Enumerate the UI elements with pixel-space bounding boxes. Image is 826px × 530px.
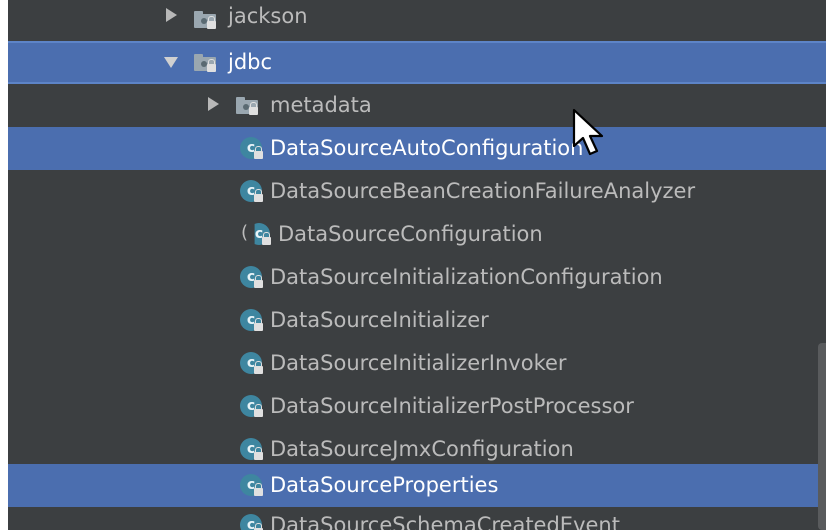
class-icon: c (240, 309, 263, 331)
lock-icon (249, 102, 258, 115)
tree-node-metadata[interactable]: metadata (8, 84, 826, 127)
class-icon: c (240, 137, 263, 159)
tree-node-label: DataSourceInitializerInvoker (270, 351, 567, 375)
package-folder-icon (194, 54, 218, 72)
chevron-down-icon[interactable] (164, 57, 178, 68)
mouse-cursor-icon (572, 108, 604, 156)
tree-node-class[interactable]: ( c DataSourceConfiguration (8, 213, 826, 256)
project-tree[interactable]: jackson jdbc metadata c DataSourceAutoCo… (8, 0, 826, 530)
class-icon: c (240, 180, 263, 202)
class-icon: c (240, 395, 263, 417)
tree-node-label: DataSourceInitializationConfiguration (270, 265, 663, 289)
class-icon: c (240, 266, 263, 288)
tree-node-label: jdbc (228, 50, 273, 74)
lock-icon (254, 275, 263, 288)
tree-node-class[interactable]: c DataSourceInitializer (8, 299, 826, 342)
tree-node-label: DataSourceConfiguration (278, 222, 543, 246)
lock-icon (254, 447, 263, 460)
vertical-scrollbar[interactable] (818, 343, 826, 530)
lock-icon (207, 16, 216, 29)
tree-node-label: DataSourceJmxConfiguration (270, 437, 574, 461)
lock-icon (207, 59, 216, 72)
lock-icon (254, 318, 263, 331)
chevron-right-icon[interactable] (208, 97, 219, 111)
class-icon: c (240, 514, 263, 530)
tree-node-label: jackson (228, 4, 308, 28)
class-icon: c (240, 474, 263, 496)
tree-node-class[interactable]: c DataSourceInitializerInvoker (8, 342, 826, 385)
lock-icon (254, 361, 263, 374)
tree-node-jdbc[interactable]: jdbc (8, 41, 826, 84)
abstract-class-icon: ( c (241, 222, 271, 245)
tree-node-class[interactable]: c DataSourceProperties (8, 464, 826, 507)
tree-node-class[interactable]: c DataSourceSchemaCreatedEvent (8, 507, 826, 530)
tree-node-label: DataSourceBeanCreationFailureAnalyzer (270, 179, 696, 203)
lock-icon (254, 404, 263, 417)
package-folder-icon (236, 97, 260, 115)
tree-node-label: metadata (270, 93, 372, 117)
lock-icon (254, 483, 263, 496)
package-folder-icon (194, 11, 218, 29)
lock-icon (262, 232, 271, 245)
tree-node-label: DataSourceInitializer (270, 308, 489, 332)
tree-node-class[interactable]: c DataSourceAutoConfiguration (8, 127, 826, 170)
tree-node-class[interactable]: c DataSourceInitializerPostProcessor (8, 385, 826, 428)
tree-node-label: DataSourceAutoConfiguration (270, 136, 584, 160)
lock-icon (254, 146, 263, 159)
class-icon: c (240, 352, 263, 374)
tree-node-class[interactable]: c DataSourceInitializationConfiguration (8, 256, 826, 299)
chevron-right-icon[interactable] (166, 8, 177, 22)
tree-node-label: DataSourceSchemaCreatedEvent (270, 513, 620, 530)
tree-node-jackson[interactable]: jackson (8, 0, 826, 41)
class-icon: c (240, 438, 263, 460)
tree-node-class[interactable]: c DataSourceBeanCreationFailureAnalyzer (8, 170, 826, 213)
tree-node-label: DataSourceInitializerPostProcessor (270, 394, 634, 418)
tree-node-label: DataSourceProperties (270, 473, 499, 497)
lock-icon (254, 189, 263, 202)
